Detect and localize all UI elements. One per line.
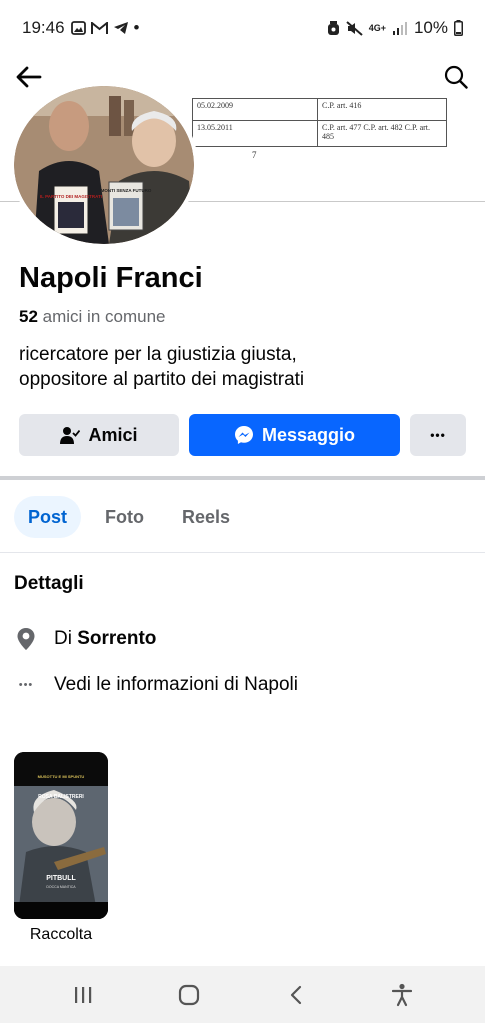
recent-apps-icon xyxy=(75,986,92,1003)
message-button-label: Messaggio xyxy=(261,424,356,445)
gallery-icon xyxy=(70,21,86,35)
more-icon: ••• xyxy=(430,428,446,442)
ellipsis-icon: ••• xyxy=(18,679,34,691)
more-info-label: Vedi le informazioni di Napoli xyxy=(54,674,298,695)
system-nav-bar xyxy=(0,966,485,1023)
detail-more-info[interactable]: ••• Vedi le informazioni di Napoli xyxy=(14,674,298,696)
tabs-divider xyxy=(0,552,485,553)
profile-bio: ricercatore per la giustizia giusta, opp… xyxy=(19,342,469,392)
table-cell: 13.05.2011 xyxy=(192,120,318,147)
details-title: Dettagli xyxy=(14,573,84,594)
message-button[interactable]: Messaggio xyxy=(189,414,400,456)
book-left-title: IL PARTITO DEI MAGISTRATI xyxy=(40,194,102,199)
art-subtitle: MUSOTTU E MI SPUNTU xyxy=(38,774,85,779)
cover-page-number: 7 xyxy=(252,150,257,160)
profile-tabs: Post Foto Reels xyxy=(14,496,244,538)
chevron-left-icon xyxy=(290,985,301,1004)
messenger-icon xyxy=(234,426,253,444)
friends-button-label: Amici xyxy=(88,424,138,445)
mutual-friends-label: amici in comune xyxy=(42,307,166,326)
arrow-left-icon xyxy=(16,66,42,88)
status-left: 19:46 • xyxy=(22,18,140,38)
home-icon xyxy=(179,984,200,1005)
accessibility-icon xyxy=(391,983,412,1006)
table-cell: 05.02.2009 xyxy=(192,98,318,121)
cover-document-table: 05.02.2009 C.P. art. 416 13.05.2011 C.P.… xyxy=(192,98,447,147)
bio-line: ricercatore per la giustizia giusta, xyxy=(19,344,297,365)
status-dot: • xyxy=(133,18,140,37)
profile-name: Napoli Franci xyxy=(19,262,203,294)
recent-apps-button[interactable] xyxy=(63,975,103,1015)
table-cell: C.P. art. 477 C.P. art. 482 C.P. art. 48… xyxy=(317,120,447,147)
art-bottom-title: PITBULL xyxy=(46,875,76,882)
status-right: 4G+ 10% xyxy=(327,18,463,38)
table-row: 05.02.2009 C.P. art. 416 xyxy=(192,98,447,121)
avatar-photo: IL PARTITO DEI MAGISTRATI MONTI SENZA FU… xyxy=(14,86,194,244)
city-prefix: Di xyxy=(54,628,72,649)
tab-post[interactable]: Post xyxy=(14,496,82,538)
gmail-icon xyxy=(90,21,108,34)
search-icon xyxy=(444,65,468,89)
art-bottom-sub: DOCCA MANTICA xyxy=(46,885,76,889)
table-cell: C.P. art. 416 xyxy=(317,98,447,121)
mutual-friends[interactable]: 52 amici in comune xyxy=(19,307,165,327)
city-name[interactable]: Sorrento xyxy=(77,628,156,649)
collection-card[interactable]: ROSA BALISTRERI MUSOTTU E MI SPUNTU PITB… xyxy=(14,752,108,919)
section-divider xyxy=(0,476,485,480)
collection-label[interactable]: Raccolta xyxy=(14,926,108,944)
tab-foto[interactable]: Foto xyxy=(91,496,158,538)
tab-reels[interactable]: Reels xyxy=(168,496,244,538)
city-text: Di Sorrento xyxy=(54,628,156,650)
status-time: 19:46 xyxy=(22,18,65,37)
more-options-button[interactable]: ••• xyxy=(410,414,466,456)
status-bar: 19:46 • 4G+ 10% xyxy=(0,0,485,56)
alarm-icon xyxy=(327,20,339,35)
battery-icon xyxy=(454,20,463,36)
person-check-icon xyxy=(60,427,81,444)
back-button[interactable] xyxy=(14,62,44,92)
home-button[interactable] xyxy=(169,975,209,1015)
table-row: 13.05.2011 C.P. art. 477 C.P. art. 482 C… xyxy=(192,120,447,147)
bio-line: oppositore al partito dei magistrati xyxy=(19,369,305,390)
mutual-friends-count: 52 xyxy=(19,307,38,326)
telegram-icon xyxy=(113,22,128,34)
accessibility-button[interactable] xyxy=(382,975,422,1015)
profile-avatar[interactable]: IL PARTITO DEI MAGISTRATI MONTI SENZA FU… xyxy=(10,82,198,248)
book-right-title: MONTI SENZA FUTURO xyxy=(101,188,152,193)
mute-icon xyxy=(346,20,363,36)
friends-button[interactable]: Amici xyxy=(19,414,179,456)
system-back-button[interactable] xyxy=(276,975,316,1015)
signal-icon xyxy=(392,22,407,35)
location-pin-icon xyxy=(14,627,38,651)
art-title: ROSA BALISTRERI xyxy=(38,794,84,800)
status-notification-icons: • xyxy=(70,18,140,38)
collection-cover-art: ROSA BALISTRERI MUSOTTU E MI SPUNTU PITB… xyxy=(14,752,108,919)
search-button[interactable] xyxy=(441,62,471,92)
battery-percent: 10% xyxy=(413,18,448,37)
avatar-illustration: IL PARTITO DEI MAGISTRATI MONTI SENZA FU… xyxy=(14,86,194,244)
network-label: 4G+ xyxy=(368,22,386,33)
detail-city: Di Sorrento xyxy=(14,627,156,651)
